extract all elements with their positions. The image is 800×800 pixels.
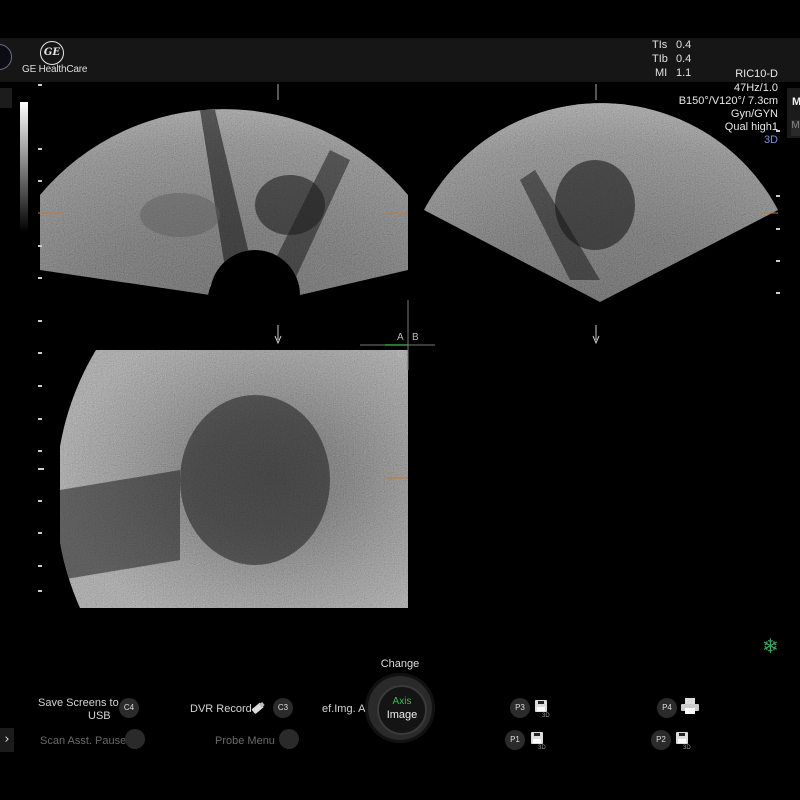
view-c-coronal [60, 350, 409, 608]
c3-button[interactable]: C3 [273, 698, 293, 718]
p1-button[interactable]: P1 [505, 730, 525, 750]
dvr-record-label: DVR Record [190, 703, 252, 715]
save-disk-icon [531, 732, 543, 744]
view-label-a: A [397, 332, 404, 343]
p3-button[interactable]: P3 [510, 698, 530, 718]
scan-asst-pause-label: Scan Asst. Pause [40, 735, 127, 747]
scan-asst-pause-button[interactable] [125, 729, 145, 749]
ref-img-label: ef.Img. A [322, 703, 366, 715]
probe-menu-button[interactable] [279, 729, 299, 749]
disk-label-p2: 3D [683, 745, 691, 751]
knob-image-label: Image [386, 709, 418, 721]
knob-axis-label: Axis [392, 696, 412, 707]
disk-label-p3: 3D [542, 713, 550, 719]
disk-label-p1: 3D [538, 745, 546, 751]
usb-stick-icon [251, 701, 265, 714]
view-label-c: C [397, 349, 405, 360]
p2-button[interactable]: P2 [651, 730, 671, 750]
probe-menu-label: Probe Menu [215, 735, 275, 747]
change-label: Change [380, 658, 420, 670]
save-disk-icon [676, 732, 688, 744]
printer-icon [681, 698, 699, 714]
save-screens-label: Save Screens to [38, 697, 119, 709]
save-screens-label-2: USB [88, 710, 111, 722]
view-b-transverse [424, 103, 778, 302]
save-disk-icon [535, 700, 547, 712]
c4-button[interactable]: C4 [119, 698, 139, 718]
snowflake-icon: ❄ [762, 634, 779, 658]
view-label-b: B [412, 332, 419, 343]
chevron-right-icon[interactable]: › [0, 728, 14, 752]
p4-button[interactable]: P4 [657, 698, 677, 718]
